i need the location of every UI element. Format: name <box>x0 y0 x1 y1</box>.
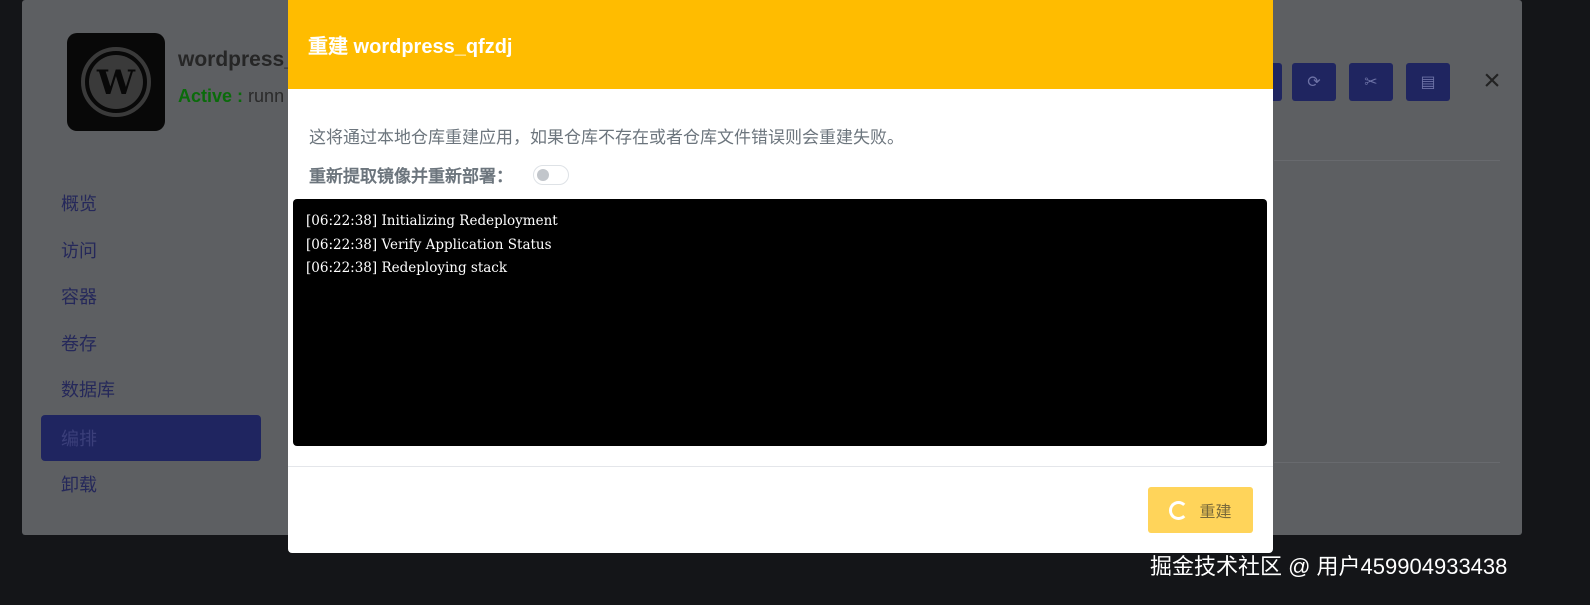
modal-description: 这将通过本地仓库重建应用，如果仓库不存在或者仓库文件错误则会重建失败。 <box>309 128 904 147</box>
menu-item-containers[interactable]: 容器 <box>41 273 261 320</box>
rebuild-button-label: 重建 <box>1199 504 1232 521</box>
modal-footer: 重建 <box>288 466 1273 553</box>
repull-toggle-label: 重新提取镜像并重新部署： <box>309 167 513 186</box>
refresh-button[interactable]: ⟳ <box>1292 63 1336 101</box>
divider <box>1274 462 1500 463</box>
app-status: Active : runn <box>178 86 284 107</box>
close-icon[interactable]: × <box>1477 66 1507 96</box>
wordpress-logo-icon: W <box>67 33 165 131</box>
refresh-icon: ⟳ <box>1307 74 1321 91</box>
status-value: runn <box>248 86 285 106</box>
watermark: 掘金技术社区 @ 用户459904933438 <box>1150 554 1508 579</box>
menu-item-access[interactable]: 访问 <box>41 227 261 274</box>
document-button[interactable]: ▤ <box>1406 63 1450 101</box>
loading-spinner-icon <box>1169 500 1189 520</box>
menu-item-uninstall[interactable]: 卸载 <box>41 461 261 508</box>
rebuild-modal: 重建 wordpress_qfzdj 这将通过本地仓库重建应用，如果仓库不存在或… <box>288 0 1273 553</box>
side-menu: 概览 访问 容器 卷存 数据库 编排 卸载 <box>41 180 261 508</box>
status-label: Active : <box>178 86 244 106</box>
modal-title: 重建 wordpress_qfzdj <box>308 36 513 58</box>
repull-toggle-row: 重新提取镜像并重新部署： <box>309 162 569 187</box>
menu-item-overview[interactable]: 概览 <box>41 180 261 227</box>
log-line: [06:22:38] Verify Application Status <box>306 236 552 253</box>
menu-item-volumes[interactable]: 卷存 <box>41 320 261 367</box>
menu-item-orchestration[interactable]: 编排 <box>41 414 261 461</box>
app-name: wordpress_ <box>178 48 296 71</box>
toggle-knob <box>537 168 549 181</box>
log-line: [06:22:38] Initializing Redeployment <box>306 213 558 229</box>
divider <box>1274 160 1500 161</box>
log-line: [06:22:38] Redeploying stack <box>306 260 508 276</box>
tools-button[interactable]: ✂ <box>1349 63 1393 101</box>
svg-text:W: W <box>96 63 136 103</box>
tools-icon: ✂ <box>1364 74 1378 91</box>
rebuild-button[interactable]: 重建 <box>1148 487 1253 533</box>
log-console: [06:22:38] Initializing Redeployment [06… <box>293 199 1267 446</box>
menu-item-database[interactable]: 数据库 <box>41 366 261 413</box>
modal-header: 重建 wordpress_qfzdj <box>288 0 1273 89</box>
document-icon: ▤ <box>1420 74 1436 91</box>
repull-toggle-switch[interactable] <box>533 164 569 185</box>
